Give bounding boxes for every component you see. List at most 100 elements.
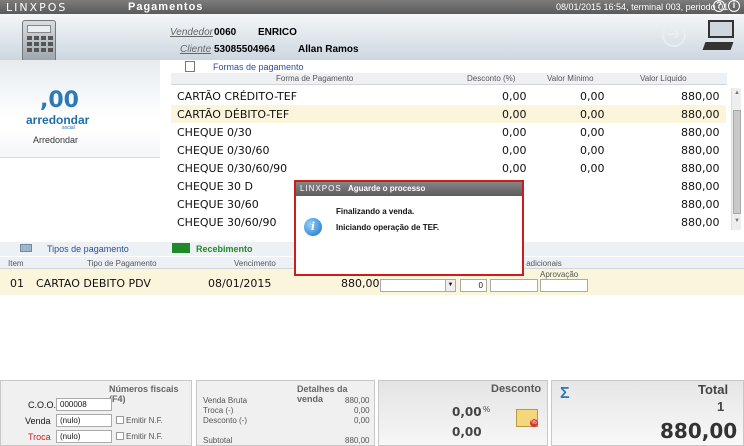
payment-tipo: CARTAO DEBITO PDV	[36, 277, 151, 290]
desconto-title: Desconto	[491, 383, 542, 395]
card-icon	[20, 244, 32, 252]
payment-vencimento: 08/01/2015	[208, 277, 272, 290]
cliente-code: 53085504964	[214, 44, 276, 55]
venda-bruta-label: Venda Bruta	[203, 396, 248, 405]
aprovacao-field[interactable]	[540, 279, 588, 292]
info-icon: i	[304, 218, 322, 236]
forma-name: CHEQUE 0/30	[177, 126, 252, 139]
emitir-nf-venda-checkbox[interactable]	[116, 416, 124, 424]
autorizacao-field[interactable]	[490, 279, 538, 292]
col-forma[interactable]: Forma de Pagamento	[276, 74, 353, 83]
dialog-line-1: Finalizando a venda.	[336, 207, 415, 216]
total-qty: 1	[717, 399, 725, 414]
vendedor-name: ENRICO	[258, 27, 297, 38]
left-panel: ,00 arredondar social Arredondar	[0, 60, 170, 242]
coo-field[interactable]: 000008	[56, 398, 112, 411]
vendedor-label: Vendedor	[170, 27, 213, 38]
venda-field[interactable]: (nulo)	[56, 414, 112, 427]
dialog-logo: LINXPOS	[300, 184, 342, 193]
cliente-name: Allan Ramos	[298, 44, 359, 55]
payment-item: 01	[10, 277, 24, 290]
dialog-title: Aguarde o processo	[348, 184, 426, 193]
subtotal-label: Subtotal	[203, 436, 233, 445]
computer-icon	[702, 20, 734, 56]
forma-minimo: 0,00	[580, 108, 605, 121]
arredondar-logo: arredondar	[26, 113, 90, 127]
table-row[interactable]: CHEQUE 0/30/60/90 0,00 0,00 880,00	[171, 159, 726, 177]
detalhes-venda-panel: Detalhes da venda Venda Bruta 880,00 Tro…	[196, 380, 375, 446]
forma-name: CHEQUE 0/30/60/90	[177, 162, 288, 175]
forma-minimo: 0,00	[580, 126, 605, 139]
window-title: Pagamentos	[128, 1, 204, 13]
emitir-nf-venda-label: Emitir N.F.	[126, 416, 163, 425]
table-row[interactable]: CHEQUE 0/30/60 0,00 0,00 880,00	[171, 141, 726, 159]
forms-scrollbar[interactable]: ▲ ▼	[731, 88, 741, 230]
arredondar-button[interactable]: Arredondar	[33, 135, 78, 145]
troca-detail-value: 0,00	[354, 406, 370, 415]
col-tipo-pagamento[interactable]: Tipo de Pagamento	[87, 259, 157, 268]
discount-icon[interactable]: %	[516, 409, 538, 427]
desconto-detail-value: 0,00	[354, 416, 370, 425]
bandeira-select[interactable]: ▼	[380, 279, 456, 292]
venda-bruta-value: 880,00	[345, 396, 370, 405]
forma-liquido: 880,00	[681, 198, 720, 211]
col-valor-liquido[interactable]: Valor Líquido	[640, 74, 687, 83]
troca-detail-label: Troca (-)	[203, 406, 234, 415]
coo-label: C.O.O.	[28, 400, 57, 410]
forma-liquido: 880,00	[681, 126, 720, 139]
emitir-nf-troca-checkbox[interactable]	[116, 432, 124, 440]
table-row[interactable]: CARTÃO CRÉDITO-TEF 0,00 0,00 880,00	[171, 87, 726, 105]
parcelas-field[interactable]: 0	[460, 279, 487, 292]
table-row-selected[interactable]: CARTÃO DÉBITO-TEF 0,00 0,00 880,00	[171, 105, 726, 123]
header: Vendedor 0060 ENRICO Cliente 53085504964…	[0, 14, 744, 64]
forma-desconto: 0,00	[502, 162, 527, 175]
info-icon[interactable]: i	[728, 0, 740, 12]
col-adicionais[interactable]: s adicionais	[520, 259, 562, 268]
calculator-icon[interactable]	[22, 20, 56, 64]
title-bar: LINXPOS Pagamentos 08/01/2015 16:54, ter…	[0, 0, 744, 14]
session-info: 08/01/2015 16:54, terminal 003, periodo …	[556, 2, 731, 12]
aprovacao-label: Aprovação	[540, 270, 579, 279]
total-value: 880,00	[660, 419, 738, 443]
troca-field[interactable]: (nulo)	[56, 430, 112, 443]
tab-formas-pagamento[interactable]: Formas de pagamento	[213, 62, 304, 72]
wait-dialog: LINXPOS Aguarde o processo i Finalizando…	[294, 180, 524, 276]
col-desconto[interactable]: Desconto (%)	[467, 74, 515, 83]
numeros-fiscais-panel: Números fiscais (F4) C.O.O. 000008 Venda…	[0, 380, 192, 446]
forma-name: CHEQUE 30/60/90	[177, 216, 277, 229]
col-valor-minimo[interactable]: Valor Mínimo	[547, 74, 594, 83]
forma-liquido: 880,00	[681, 144, 720, 157]
sigma-icon: Σ	[560, 385, 570, 402]
vendedor-code: 0060	[214, 27, 237, 38]
linxpos-logo: LINXPOS	[6, 1, 68, 14]
tab-tipos-pagamento[interactable]: Tipos de pagamento	[47, 244, 129, 254]
desconto-valor[interactable]: 0,00	[452, 425, 482, 439]
forma-desconto: 0,00	[502, 126, 527, 139]
forma-liquido: 880,00	[681, 180, 720, 193]
forma-desconto: 0,00	[502, 144, 527, 157]
forma-name: CHEQUE 0/30/60	[177, 144, 270, 157]
total-panel: Σ Total 1 880,00	[551, 380, 744, 446]
tab-recebimento[interactable]: Recebimento	[196, 244, 253, 254]
help-icon[interactable]: ?	[713, 0, 725, 12]
dialog-titlebar: LINXPOS Aguarde o processo	[296, 182, 522, 196]
percent-sign: %	[483, 405, 491, 414]
emitir-nf-troca-label: Emitir N.F.	[126, 432, 163, 441]
forma-liquido: 880,00	[681, 90, 720, 103]
subtotal-value: 880,00	[345, 436, 370, 445]
col-vencimento[interactable]: Vencimento	[234, 259, 276, 268]
forma-liquido: 880,00	[681, 162, 720, 175]
desconto-pct[interactable]: 0,00	[452, 405, 482, 419]
troca-label: Troca	[28, 432, 51, 442]
forma-name: CARTÃO DÉBITO-TEF	[177, 108, 290, 121]
cliente-label: Cliente	[180, 44, 212, 55]
col-item[interactable]: Item	[8, 259, 24, 268]
forma-minimo: 0,00	[580, 90, 605, 103]
total-title: Total	[698, 382, 729, 397]
dialog-line-2: Iniciando operação de TEF.	[336, 223, 440, 232]
table-row[interactable]: CHEQUE 0/30 0,00 0,00 880,00	[171, 123, 726, 141]
next-arrow-icon[interactable]: ➜	[662, 23, 686, 47]
recebimento-icon	[172, 243, 190, 253]
venda-label: Venda	[25, 416, 51, 426]
forma-liquido: 880,00	[681, 108, 720, 121]
